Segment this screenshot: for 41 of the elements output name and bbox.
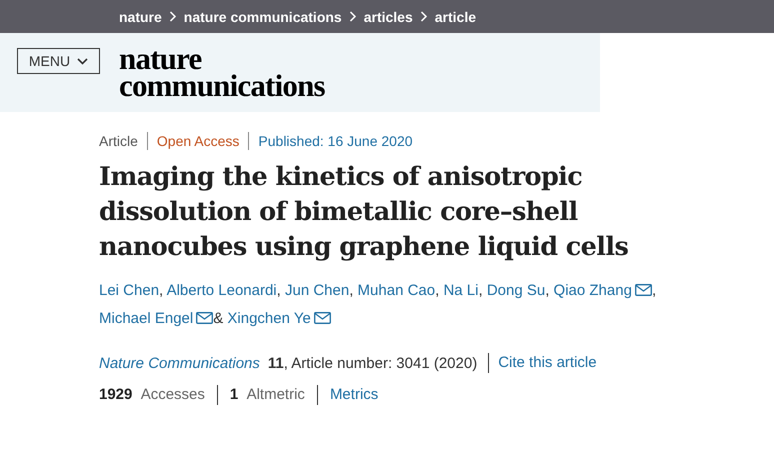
metric-text: 1929 Accesses bbox=[99, 385, 205, 405]
separator: , bbox=[435, 282, 440, 299]
article-type: Article bbox=[99, 132, 139, 150]
separator: , bbox=[545, 282, 550, 299]
author-link[interactable]: Dong Su bbox=[486, 282, 546, 299]
author-link[interactable]: Alberto Leonardi bbox=[166, 282, 277, 299]
author-link[interactable]: Na Li bbox=[443, 282, 478, 299]
separator: , bbox=[349, 282, 354, 299]
author-link[interactable]: Michael Engel bbox=[99, 310, 194, 327]
separator: , bbox=[478, 282, 483, 299]
breadcrumb-link[interactable]: nature communications bbox=[184, 8, 342, 24]
separator: , bbox=[159, 282, 164, 299]
email-icon[interactable] bbox=[634, 284, 652, 296]
author-link[interactable]: Lei Chen bbox=[99, 282, 160, 299]
logo-text: communications bbox=[119, 72, 325, 99]
email-icon[interactable] bbox=[314, 312, 331, 324]
author-link[interactable]: Muhan Cao bbox=[358, 282, 436, 299]
chevron-icon bbox=[348, 11, 357, 22]
breadcrumb-link[interactable]: nature bbox=[119, 8, 162, 24]
separator: , bbox=[652, 282, 656, 299]
separator: , bbox=[276, 282, 281, 299]
citation-text: 11, Article number: 3041 (2020) bbox=[268, 354, 478, 372]
breadcrumb-link[interactable]: article bbox=[434, 8, 476, 24]
author-link[interactable]: Xingchen Ye bbox=[227, 310, 311, 327]
chevron-icon bbox=[420, 11, 428, 22]
breadcrumb-link[interactable]: articles bbox=[364, 8, 413, 24]
journal-link[interactable]: Nature Communications bbox=[99, 354, 260, 372]
separator: & bbox=[213, 310, 224, 327]
email-icon[interactable] bbox=[196, 312, 214, 324]
chevron-icon bbox=[77, 58, 88, 64]
metrics-link[interactable]: Metrics bbox=[330, 385, 378, 405]
cite-link[interactable]: Cite this article bbox=[488, 353, 597, 373]
chevron-icon bbox=[168, 11, 177, 22]
published-date[interactable]: Published: 16 June 2020 bbox=[248, 132, 422, 150]
metric-text: 1 Altmetric bbox=[230, 385, 305, 405]
article-title: Imaging the kinetics of anisotropic dissolution of bimetallic core–shell nanocubes using graphene liquid cells bbox=[99, 161, 630, 264]
author-link[interactable]: Jun Chen bbox=[284, 282, 350, 299]
author-link[interactable]: Qiao Zhang bbox=[554, 282, 632, 299]
menu-button[interactable]: MENU bbox=[17, 48, 100, 74]
access-label: Open Access bbox=[146, 132, 248, 150]
logo-text: nature bbox=[119, 45, 202, 72]
